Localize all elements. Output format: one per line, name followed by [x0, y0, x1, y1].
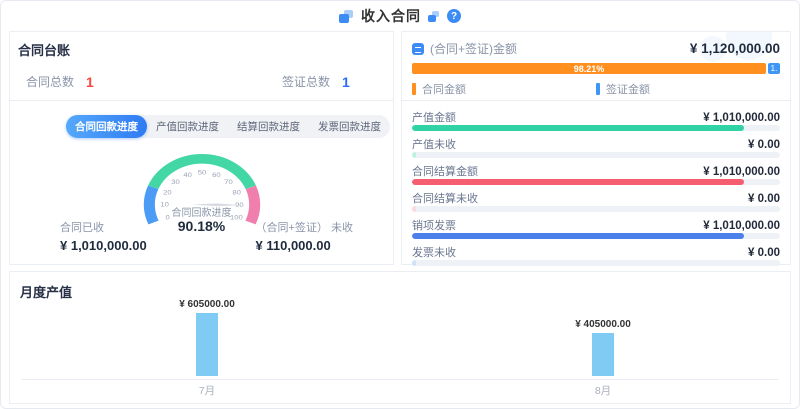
- received-label: 合同已收: [60, 219, 147, 235]
- monthly-title: 月度产值: [10, 272, 790, 301]
- progress-track: [412, 125, 780, 131]
- progress-track: [412, 152, 780, 158]
- detail-row: 产值金额 ¥ 1,010,000.00: [412, 109, 780, 131]
- detail-row: 合同结算未收 ¥ 0.00: [412, 190, 780, 212]
- progress-track: [412, 179, 780, 185]
- left-column: 合同台账 合同总数 1 签证总数 1 合同回款进度 产值回款进度 结算回: [9, 31, 394, 265]
- bar-august[interactable]: [592, 333, 614, 376]
- contract-legend-mark: [412, 83, 416, 95]
- monthly-output-panel: 月度产值 ¥ 605000.00 7月 ¥ 405000.00 8月: [9, 271, 791, 404]
- ledger-panel: 合同台账 合同总数 1 签证总数 1: [9, 31, 394, 101]
- bar-july[interactable]: [196, 313, 218, 376]
- tab-output-recovery[interactable]: 产值回款进度: [147, 115, 228, 138]
- progress-fill: [412, 152, 416, 158]
- detail-row: 合同结算金额 ¥ 1,010,000.00: [412, 163, 780, 185]
- recovery-tabs: 合同回款进度 产值回款进度 结算回款进度 发票回款进度: [66, 115, 390, 138]
- dashboard: 收入合同 ? 合同台账 合同总数 1 签证总数 1: [0, 0, 800, 409]
- row-label: 产值金额: [412, 109, 456, 125]
- amount-summary-panel: (合同+签证)金额 ¥ 1,120,000.00 98.21% 1. 合同金额 …: [401, 31, 791, 101]
- svg-text:30: 30: [171, 178, 180, 185]
- amount-total: ¥ 1,120,000.00: [690, 41, 780, 56]
- svg-text:20: 20: [163, 189, 172, 196]
- tab-contract-recovery[interactable]: 合同回款进度: [66, 115, 147, 138]
- visa-amount-value: ¥ 20,000.00: [606, 100, 780, 101]
- row-value: ¥ 0.00: [748, 139, 780, 151]
- help-icon[interactable]: ?: [447, 9, 461, 23]
- svg-text:40: 40: [183, 171, 192, 178]
- bar-category-label: 7月: [199, 383, 215, 398]
- detail-row: 销项发票 ¥ 1,010,000.00: [412, 217, 780, 239]
- amount-icon: [412, 43, 424, 55]
- contract-bar-segment: 98.21%: [412, 63, 766, 74]
- x-axis-line: [22, 379, 778, 380]
- unreceived-label: （合同+签证） 未收: [256, 219, 353, 235]
- row-value: ¥ 0.00: [748, 247, 780, 259]
- received-stat: 合同已收 ¥ 1,010,000.00: [60, 219, 147, 253]
- visa-amount-label: 签证金额: [606, 81, 650, 97]
- svg-text:70: 70: [224, 178, 233, 185]
- progress-fill: [412, 179, 744, 185]
- contract-folder-icon: [339, 10, 354, 23]
- main-grid: 合同台账 合同总数 1 签证总数 1 合同回款进度 产值回款进度 结算回: [1, 31, 799, 265]
- tab-settlement-recovery[interactable]: 结算回款进度: [228, 115, 309, 138]
- contract-amount-value: ¥ 1,100,000.00: [422, 100, 596, 101]
- detail-row: 发票未收 ¥ 0.00: [412, 244, 780, 266]
- progress-fill: [412, 125, 744, 131]
- tab-invoice-recovery[interactable]: 发票回款进度: [309, 115, 390, 138]
- ledger-stats: 合同总数 1 签证总数 1: [18, 73, 385, 93]
- contract-amount-label: 合同金额: [422, 81, 466, 97]
- progress-track: [412, 233, 780, 239]
- row-label: 销项发票: [412, 217, 456, 233]
- svg-text:80: 80: [232, 189, 241, 196]
- gauge-center-label: 合同回款进度: [10, 204, 393, 219]
- contract-doc-icon: [428, 11, 440, 22]
- progress-track: [412, 260, 780, 266]
- amount-stacked-bar: 98.21% 1.: [412, 63, 780, 74]
- svg-text:60: 60: [212, 171, 221, 178]
- row-value: ¥ 1,010,000.00: [703, 112, 780, 124]
- bar-category-label: 8月: [595, 383, 611, 398]
- ledger-title: 合同台账: [18, 40, 385, 59]
- visa-count-label: 签证总数: [282, 73, 330, 90]
- amount-legend: 合同金额 ¥ 1,100,000.00 签证金额 ¥ 20,000.00: [412, 81, 780, 101]
- unreceived-stat: （合同+签证） 未收 ¥ 110,000.00: [256, 219, 353, 253]
- row-label: 发票未收: [412, 244, 456, 260]
- visa-count-stat: 签证总数 1: [282, 73, 350, 90]
- progress-fill: [412, 260, 416, 266]
- received-value: ¥ 1,010,000.00: [60, 238, 147, 253]
- amount-label: (合同+签证)金额: [430, 40, 517, 57]
- row-label: 合同结算未收: [412, 190, 478, 206]
- bar-value-label: ¥ 605000.00: [179, 299, 235, 310]
- progress-fill: [412, 233, 744, 239]
- right-column: (合同+签证)金额 ¥ 1,120,000.00 98.21% 1. 合同金额 …: [401, 31, 791, 265]
- contract-amount-item: 合同金额 ¥ 1,100,000.00: [412, 81, 596, 101]
- contract-count-value: 1: [86, 74, 94, 90]
- row-label: 产值未收: [412, 136, 456, 152]
- row-value: ¥ 0.00: [748, 193, 780, 205]
- amount-detail-panel: 产值金额 ¥ 1,010,000.00 产值未收 ¥ 0.00: [401, 100, 791, 265]
- page-title: 收入合同: [361, 6, 421, 26]
- row-value: ¥ 1,010,000.00: [703, 220, 780, 232]
- svg-text:50: 50: [198, 169, 207, 176]
- visa-count-value: 1: [342, 74, 350, 90]
- bar-group-july: ¥ 605000.00 7月: [162, 299, 252, 398]
- bar-value-label: ¥ 405000.00: [575, 319, 631, 330]
- detail-row: 产值未收 ¥ 0.00: [412, 136, 780, 158]
- unreceived-value: ¥ 110,000.00: [256, 238, 353, 253]
- bar-group-august: ¥ 405000.00 8月: [558, 319, 648, 398]
- contract-count-label: 合同总数: [26, 73, 74, 90]
- visa-amount-item: 签证金额 ¥ 20,000.00: [596, 81, 780, 101]
- recovery-panel: 合同回款进度 产值回款进度 结算回款进度 发票回款进度 0 10 20 30 4…: [9, 100, 394, 265]
- row-label: 合同结算金额: [412, 163, 478, 179]
- visa-bar-segment: 1.: [768, 63, 780, 74]
- page-header: 收入合同 ?: [1, 1, 799, 31]
- progress-fill: [412, 206, 416, 212]
- visa-legend-mark: [596, 83, 600, 95]
- row-value: ¥ 1,010,000.00: [703, 166, 780, 178]
- contract-count-stat: 合同总数 1: [26, 73, 94, 90]
- progress-track: [412, 206, 780, 212]
